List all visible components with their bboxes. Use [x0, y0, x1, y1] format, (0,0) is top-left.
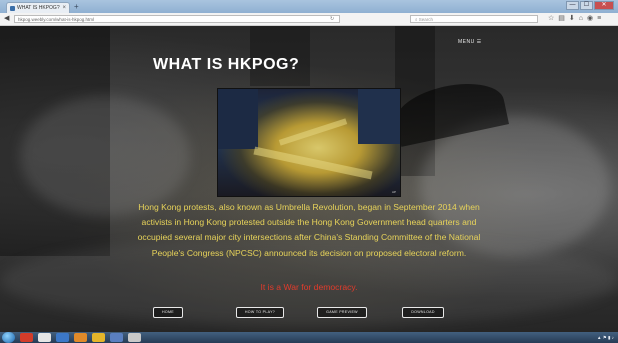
- photo-building: [218, 89, 258, 149]
- search-placeholder: Search: [418, 17, 434, 22]
- os-taskbar: ▲ ⚑ ▮ ♪: [0, 332, 618, 343]
- minimize-button[interactable]: —: [566, 1, 579, 10]
- window-controls: — ☐ ✕: [566, 1, 614, 10]
- menu-icon[interactable]: ≡: [597, 15, 601, 23]
- favicon-icon: [10, 6, 15, 11]
- tagline: It is a War for democracy.: [260, 282, 358, 292]
- system-tray[interactable]: ▲ ⚑ ▮ ♪: [597, 333, 614, 342]
- maximize-button[interactable]: ☐: [580, 1, 593, 10]
- browser-toolbar: ◀ hkpog.weebly.com/what-is-hkpog.html ↻ …: [0, 13, 618, 26]
- home-icon[interactable]: ⌂: [579, 15, 583, 23]
- search-input[interactable]: ⌕ Search: [410, 15, 538, 23]
- photo-building: [358, 89, 400, 144]
- tab-close-icon[interactable]: ×: [62, 3, 66, 13]
- menu-link[interactable]: MENU ☰: [458, 39, 482, 45]
- taskbar-app-icon[interactable]: [92, 333, 105, 342]
- back-arrow-icon[interactable]: ◀: [4, 15, 9, 23]
- bookmarks-icon[interactable]: ▤: [558, 15, 565, 23]
- url-text: hkpog.weebly.com/what-is-hkpog.html: [18, 17, 94, 22]
- pocket-icon[interactable]: ◉: [587, 15, 593, 23]
- intro-paragraph: Hong Kong protests, also known as Umbrel…: [137, 202, 481, 258]
- photo-crowd: [278, 118, 348, 146]
- browser-titlebar: WHAT IS HKPOG? × + — ☐ ✕: [0, 0, 618, 13]
- nav-game-preview-button[interactable]: GAME PREVIEW: [317, 307, 367, 318]
- hero-photo: AP: [217, 88, 401, 197]
- nav-how-to-play-button[interactable]: HOW TO PLAY?: [236, 307, 284, 318]
- address-bar[interactable]: hkpog.weebly.com/what-is-hkpog.html: [14, 15, 340, 23]
- nav-home-button[interactable]: HOME: [153, 307, 183, 318]
- close-window-button[interactable]: ✕: [594, 1, 614, 10]
- start-button[interactable]: [2, 332, 15, 343]
- new-tab-button[interactable]: +: [74, 2, 79, 12]
- page-content: MENU ☰ WHAT IS HKPOG? AP Hong Kong prote…: [0, 26, 618, 332]
- browser-tab[interactable]: WHAT IS HKPOG? ×: [6, 2, 70, 13]
- smoke-cloud: [20, 96, 190, 216]
- taskbar-app-icon[interactable]: [74, 333, 87, 342]
- photo-credit: AP: [391, 190, 396, 194]
- taskbar-app-icon[interactable]: [20, 333, 33, 342]
- tab-title: WHAT IS HKPOG?: [17, 5, 60, 11]
- taskbar-app-icon[interactable]: [38, 333, 51, 342]
- reload-icon[interactable]: ↻: [330, 16, 334, 22]
- nav-download-button[interactable]: DOWNLOAD: [402, 307, 444, 318]
- taskbar-app-icon[interactable]: [128, 333, 141, 342]
- page-title: WHAT IS HKPOG?: [153, 56, 300, 73]
- download-icon[interactable]: ⬇: [569, 15, 575, 23]
- toolbar-icons: ☆ ▤ ⬇ ⌂ ◉ ≡: [548, 15, 601, 23]
- taskbar-app-icon[interactable]: [110, 333, 123, 342]
- star-icon[interactable]: ☆: [548, 15, 554, 23]
- taskbar-app-icon[interactable]: [56, 333, 69, 342]
- photo-crowd: [253, 146, 373, 180]
